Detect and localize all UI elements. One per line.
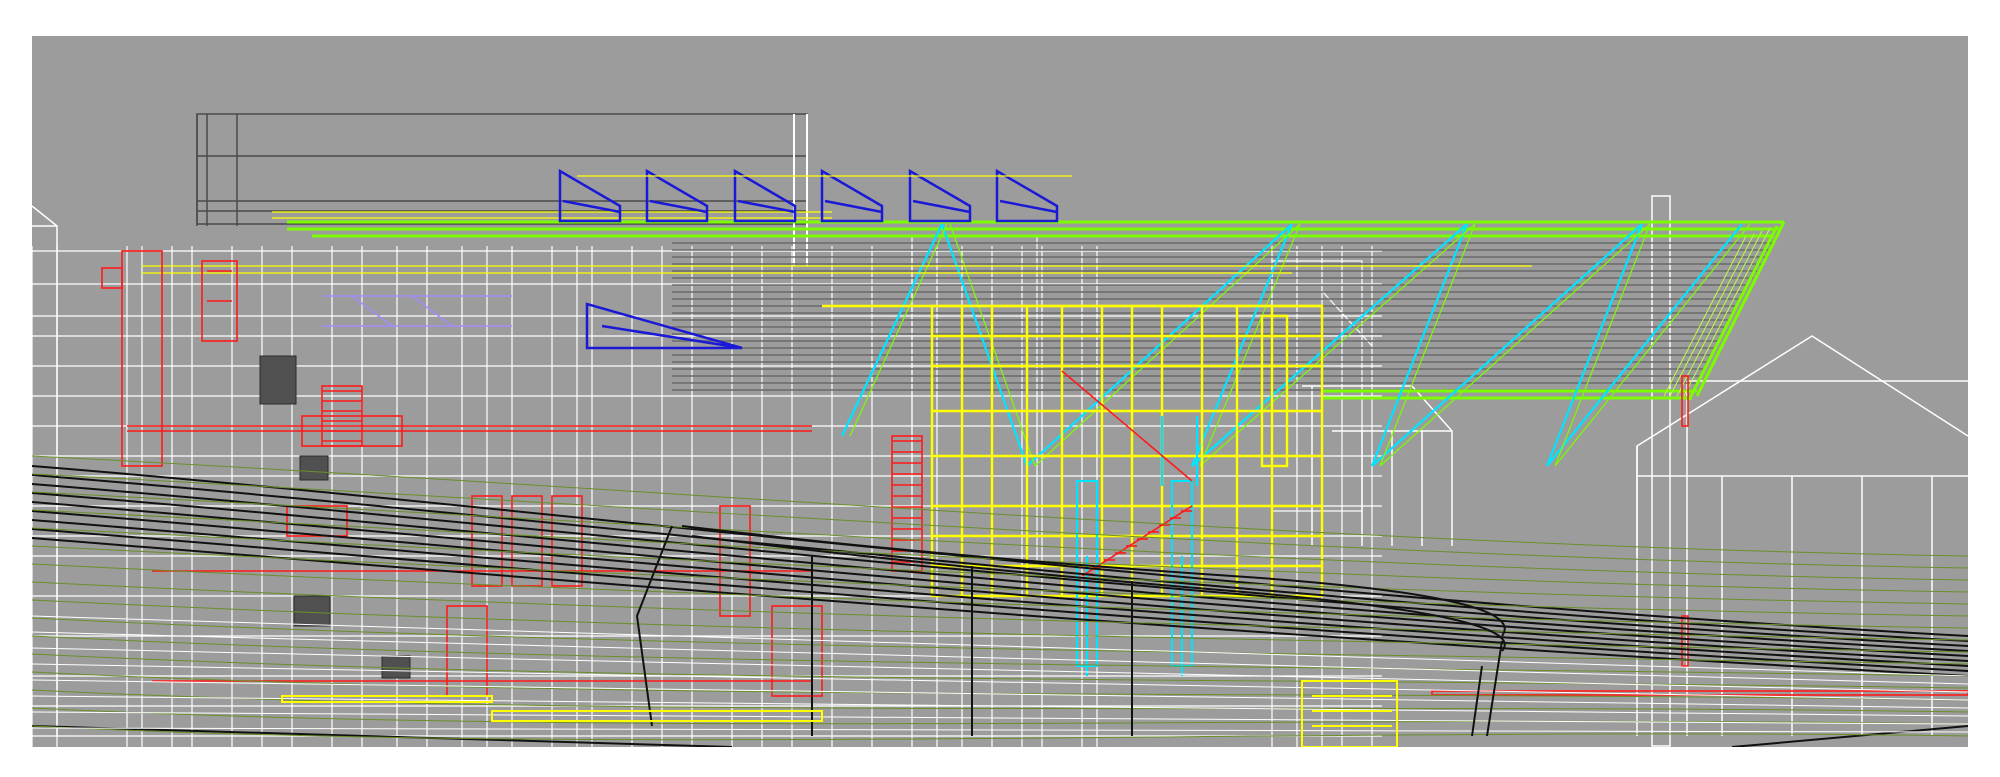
- clerestory-window: [995, 168, 1059, 223]
- roof-truss-edge-lines: [1663, 227, 1771, 397]
- building-elevation-wireframe: [32, 113, 1968, 747]
- ground-line: [32, 615, 1968, 677]
- red-corner-mark: [101, 267, 123, 289]
- vegetation-line: [32, 707, 1968, 725]
- terrain-contour: [1731, 725, 1968, 747]
- framing-outer: [930, 304, 1324, 598]
- red-door: [446, 605, 488, 697]
- truss-diagonal: [1546, 223, 1743, 467]
- truss-diagonal-secondary: [1199, 223, 1301, 467]
- ground-line: [32, 727, 1968, 733]
- clerestory-window: [908, 168, 972, 223]
- clerestory-mullion: [824, 199, 883, 214]
- clerestory-window: [645, 168, 709, 223]
- clerestory-windows: [558, 168, 1059, 223]
- truss-diagonal-secondary: [1034, 223, 1301, 467]
- truss-diagonal: [1191, 223, 1468, 467]
- red-door: [771, 605, 823, 697]
- truss-diagonal: [1545, 223, 1644, 467]
- clerestory-window: [733, 168, 797, 223]
- truss-diagonal: [841, 223, 943, 437]
- framing-ladder: [1260, 314, 1289, 468]
- vegetation-line: [32, 473, 1968, 569]
- vegetation-line: [32, 725, 1968, 741]
- clerestory-window: [558, 168, 622, 223]
- clerestory-mullion: [912, 199, 971, 214]
- truss-diagonal: [1371, 223, 1643, 467]
- clerestory-window-lower: [585, 302, 743, 350]
- dark-openings: [259, 355, 411, 679]
- clerestory-mullion: [999, 199, 1058, 214]
- truss-diagonal-secondary: [1379, 223, 1476, 467]
- truss-diagonal: [940, 223, 1029, 467]
- truss-diagonal-webs: [841, 223, 1743, 467]
- yellow-framing-structure: [822, 304, 1324, 598]
- ground-line: [32, 663, 1968, 701]
- truss-diagonal: [1026, 223, 1293, 467]
- upper-block-outline: [196, 113, 808, 226]
- lavender-glazing: [322, 295, 512, 327]
- bridge-deck: [635, 525, 1506, 737]
- truss-diagonal: [1370, 223, 1469, 467]
- red-window: [719, 505, 751, 617]
- red-window: [511, 495, 543, 587]
- cad-wireframe-viewport[interactable]: [32, 36, 1968, 747]
- lower-yellow-beams: [281, 680, 1398, 747]
- clerestory-window: [820, 168, 884, 223]
